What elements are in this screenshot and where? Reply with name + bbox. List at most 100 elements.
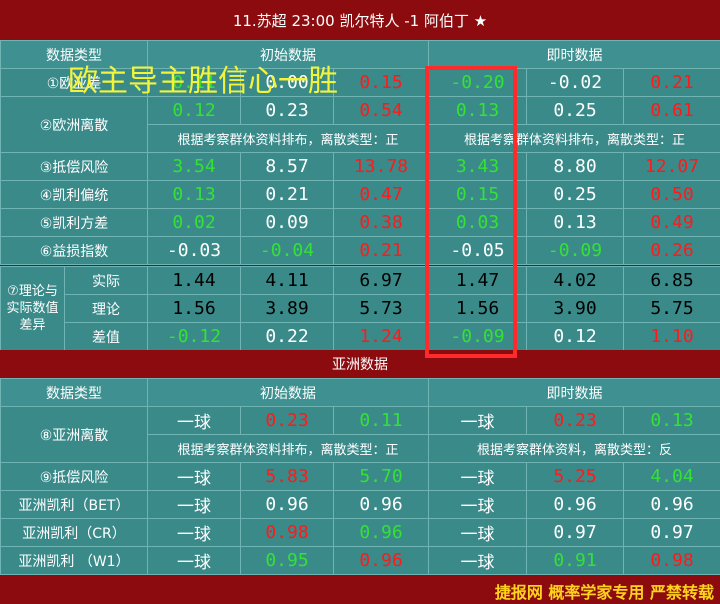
cell: 0.25 — [526, 96, 624, 125]
cell: 0.23 — [240, 406, 334, 435]
row-label: ②欧洲离散 — [0, 96, 148, 153]
footer-text: 捷报网 概率学家专用 严禁转载 — [494, 583, 714, 602]
cell: 一球 — [147, 546, 241, 575]
table-row: ⑨抵偿风险 一球 5.83 5.70 一球 5.25 4.04 — [0, 462, 720, 491]
title-bar: 11.苏超 23:00 凯尔特人 -1 阿伯丁 ★ — [0, 0, 720, 40]
cell: 0.96 — [333, 490, 429, 519]
table-row: ①欧亚差 0.11 0.00 0.15 -0.20 -0.02 0.21 — [0, 68, 720, 97]
cell: 3.54 — [147, 152, 241, 181]
cell: 一球 — [147, 490, 241, 519]
cell: -0.02 — [526, 68, 624, 97]
cell: 0.13 — [526, 208, 624, 237]
cell: 0.12 — [526, 322, 624, 351]
table-row: 亚洲凯利 （W1） 一球 0.95 0.96 一球 0.91 0.98 — [0, 546, 720, 575]
sub-label: 理论 — [64, 294, 148, 323]
cell: 5.83 — [240, 462, 334, 491]
cell: 5.25 — [526, 462, 624, 491]
cell: 0.96 — [526, 490, 624, 519]
cell: 0.15 — [333, 68, 429, 97]
cell: 0.23 — [526, 406, 624, 435]
cell: 0.98 — [623, 546, 720, 575]
row-label: ⑥益损指数 — [0, 236, 148, 265]
cell: 0.22 — [240, 322, 334, 351]
asia-section-title: 亚洲数据 — [332, 357, 388, 373]
match-title: 11.苏超 23:00 凯尔特人 -1 阿伯丁 ★ — [232, 11, 488, 30]
cell: 0.11 — [147, 68, 241, 97]
cell: 1.24 — [333, 322, 429, 351]
row-label: ⑤凯利方差 — [0, 208, 148, 237]
cell: -0.09 — [526, 236, 624, 265]
table-row: ③抵偿风险 3.54 8.57 13.78 3.43 8.80 12.07 — [0, 152, 720, 181]
cell: 6.97 — [333, 266, 429, 295]
cell: 一球 — [428, 406, 527, 435]
cell: 一球 — [147, 462, 241, 491]
cell: 0.95 — [240, 546, 334, 575]
cell: 0.09 — [240, 208, 334, 237]
sub-label: 差值 — [64, 322, 148, 351]
col-type-header: 数据类型 — [0, 40, 148, 69]
table-row: 理论 1.56 3.89 5.73 1.56 3.90 5.75 — [1, 294, 720, 323]
highlight-box — [425, 66, 517, 358]
cell: 一球 — [147, 518, 241, 547]
cell: 0.96 — [240, 490, 334, 519]
cell: 0.21 — [240, 180, 334, 209]
cell: 5.70 — [333, 462, 429, 491]
euro-table: 数据类型 初始数据 即时数据 ①欧亚差 0.11 0.00 0.15 -0.20… — [0, 40, 720, 265]
cell: 0.47 — [333, 180, 429, 209]
row-label: ③抵偿风险 — [0, 152, 148, 181]
cell: 0.13 — [623, 406, 720, 435]
cell: 0.91 — [526, 546, 624, 575]
row-label: ⑨抵偿风险 — [0, 462, 148, 491]
footer-bar: 捷报网 概率学家专用 严禁转载 — [0, 578, 720, 604]
cell: 0.49 — [623, 208, 720, 237]
cell: 0.12 — [147, 96, 241, 125]
col-initial-header: 初始数据 — [147, 40, 429, 69]
cell: 0.25 — [526, 180, 624, 209]
cell: 一球 — [147, 406, 241, 435]
cell: 0.13 — [147, 180, 241, 209]
asia-table: 数据类型 初始数据 即时数据 ⑧亚洲离散 一球 0.23 0.11 一球 0.2… — [0, 378, 720, 575]
cell: 0.00 — [240, 68, 334, 97]
cell: 0.50 — [623, 180, 720, 209]
cell: 4.11 — [240, 266, 334, 295]
note-cell: 根据考察群体资料排布，离散类型：正 — [147, 124, 429, 153]
sub-label: 实际 — [64, 266, 148, 295]
table-row: ④凯利偏统 0.13 0.21 0.47 0.15 0.25 0.50 — [0, 180, 720, 209]
cell: 6.85 — [623, 266, 720, 295]
cell: 1.10 — [623, 322, 720, 351]
cell: 1.44 — [147, 266, 241, 295]
row-label: 亚洲凯利（BET） — [0, 490, 148, 519]
cell: -0.04 — [240, 236, 334, 265]
cell: 0.98 — [240, 518, 334, 547]
table-row: 亚洲凯利（BET） 一球 0.96 0.96 一球 0.96 0.96 — [0, 490, 720, 519]
cell: 0.97 — [623, 518, 720, 547]
cell: 0.26 — [623, 236, 720, 265]
euro-diff-table: ⑦理论与实际数值差异 实际 1.44 4.11 6.97 1.47 4.02 6… — [0, 266, 720, 351]
col-instant-header: 即时数据 — [428, 40, 720, 69]
cell: -0.12 — [147, 322, 241, 351]
cell: 0.96 — [623, 490, 720, 519]
table-row: ⑦理论与实际数值差异 实际 1.44 4.11 6.97 1.47 4.02 6… — [0, 266, 720, 351]
cell: -0.03 — [147, 236, 241, 265]
table-row: 亚洲凯利（CR） 一球 0.98 0.96 一球 0.97 0.97 — [0, 518, 720, 547]
cell: 3.90 — [526, 294, 624, 323]
col-initial-header: 初始数据 — [147, 378, 429, 407]
cell: 0.11 — [333, 406, 429, 435]
table-row: ⑧亚洲离散 一球 0.23 0.11 一球 0.23 0.13 — [0, 406, 720, 463]
row-label: 亚洲凯利 （W1） — [0, 546, 148, 575]
row-label: 亚洲凯利（CR） — [0, 518, 148, 547]
cell: 一球 — [428, 462, 527, 491]
note-cell: 根据考察群体资料排布，离散类型：正 — [147, 434, 429, 463]
cell: 4.04 — [623, 462, 720, 491]
cell: 0.61 — [623, 96, 720, 125]
table-row: ②欧洲离散 0.12 0.23 0.54 0.13 0.25 0.61 — [0, 96, 720, 153]
cell: 3.89 — [240, 294, 334, 323]
cell: 一球 — [428, 490, 527, 519]
cell: 8.57 — [240, 152, 334, 181]
cell: 5.73 — [333, 294, 429, 323]
cell: 0.23 — [240, 96, 334, 125]
cell: 5.75 — [623, 294, 720, 323]
cell: 0.54 — [333, 96, 429, 125]
cell: 13.78 — [333, 152, 429, 181]
cell: 0.96 — [333, 546, 429, 575]
